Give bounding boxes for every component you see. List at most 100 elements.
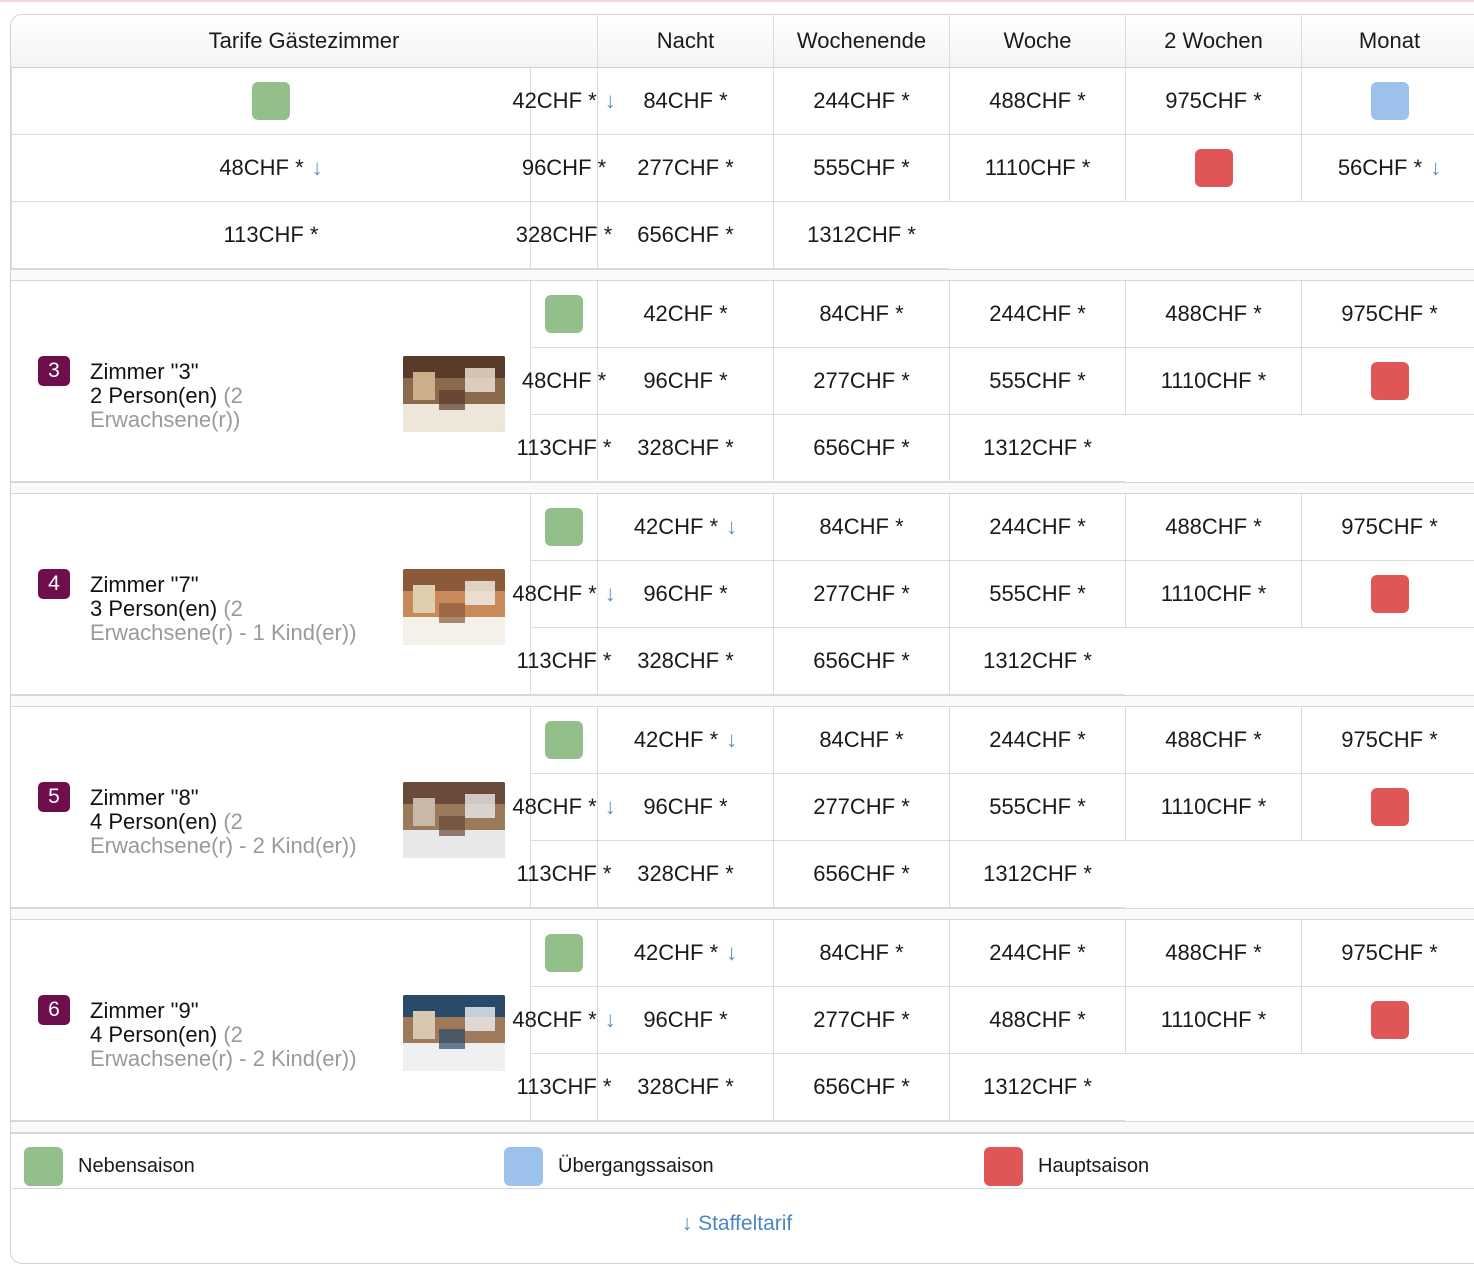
staffeltarif-arrow-icon[interactable]: ↓ [726,514,737,540]
top-accent-line [0,0,1474,2]
room-capacity: 3 Person(en) (2 [90,597,390,621]
price-cell: 1312CHF * [773,202,949,269]
price-cell: 975CHF * [1301,707,1474,774]
legend-label: Übergangssaison [558,1155,714,1177]
room-7-photo[interactable] [403,569,505,645]
price-cell: 84CHF * [597,68,773,135]
room-info-cell: 5 Zimmer "8" 4 Person(en) (2 Erwachsene(r) … [11,707,530,908]
staffeltarif-arrow-icon[interactable]: ↓ [726,940,737,966]
room-persons: 4 Person(en) [90,1022,218,1047]
price-cell: 48CHF * ↓ [11,135,530,202]
price-value: 42CHF * [633,940,719,965]
price-cell: 555CHF * [949,774,1125,841]
price-cell: 488CHF * [1125,281,1301,348]
price-value: 1110CHF * [1160,368,1267,393]
staffeltarif-arrow-icon[interactable]: ↓ [726,727,737,753]
column-header-night: Nacht [597,15,773,68]
season-swatch-red [1370,575,1409,613]
price-cell: 277CHF * [773,348,949,415]
room-detail-open: (2 [223,809,243,834]
room-capacity: 4 Person(en) (2 [90,810,390,834]
season-swatch-cell [530,281,597,348]
season-swatch-cell [1301,348,1474,415]
price-value: 1312CHF * [983,861,1092,886]
price-value: 488CHF * [1165,727,1262,752]
price-cell: 113CHF * [517,628,611,695]
legend-item-red: Hauptsaison [984,1147,1149,1186]
price-value: 1110CHF * [1160,581,1267,606]
legend-label: Hauptsaison [1038,1155,1150,1177]
room-title: Zimmer "7" [90,572,199,597]
price-cell: 96CHF * [522,135,606,202]
price-cell: 656CHF * [773,841,949,908]
price-cell: 113CHF * [517,841,611,908]
staffeltarif-arrow-icon[interactable]: ↓ [312,155,323,181]
room-guest-breakdown: Erwachsene(r) - 2 Kind(er)) [90,1046,357,1071]
price-value: 555CHF * [989,581,1086,606]
price-cell: 656CHF * [773,628,949,695]
room-number-badge: 4 [38,569,70,599]
room-description: Zimmer "8" 4 Person(en) (2 Erwachsene(r) -… [90,786,390,858]
room-capacity: 2 Person(en) (2 [90,384,390,408]
price-value: 84CHF * [819,301,904,326]
price-value: 244CHF * [989,301,1086,326]
season-swatch-cell [11,68,530,135]
price-value: 1312CHF * [807,222,916,247]
season-swatch-cell [1301,68,1474,135]
price-value: 42CHF * [633,727,719,752]
price-cell: 84CHF * [773,281,949,348]
price-cell: 277CHF * [773,987,949,1054]
price-cell: 1312CHF * [949,628,1125,695]
price-value: 42CHF * [643,301,728,326]
legend-label: Nebensaison [78,1155,195,1177]
room-info-cell: 3 Zimmer "3" 2 Person(en) (2 Erwachsene(r)) [11,281,530,482]
season-swatch-red [1370,788,1409,826]
room-guest-breakdown: Erwachsene(r)) [90,407,241,432]
price-value: 277CHF * [813,1007,910,1032]
price-cell: 42CHF * ↓ [597,707,773,774]
column-header-month: Monat [1301,15,1474,68]
room-detail-open: (2 [223,1022,243,1047]
season-swatch-green [545,508,583,546]
price-value: 488CHF * [989,1007,1086,1032]
price-value: 84CHF * [643,88,728,113]
room-3-photo[interactable] [403,356,505,432]
room-9-photo[interactable] [403,995,505,1071]
price-cell: 328CHF * [597,841,773,908]
legend-swatch-blue [504,1147,543,1186]
price-cell: 244CHF * [949,707,1125,774]
price-value: 555CHF * [813,155,910,180]
staffeltarif-arrow-icon[interactable]: ↓ [1430,155,1441,181]
price-cell: 1110CHF * [1125,987,1301,1054]
price-value: 975CHF * [1341,727,1438,752]
price-cell: 975CHF * [1301,920,1474,987]
price-cell: 48CHF * ↓ [512,561,616,628]
price-value: 975CHF * [1165,88,1262,113]
price-cell: 328CHF * [516,202,612,269]
price-cell: 1110CHF * [1125,348,1301,415]
season-legend: Nebensaison Übergangssaison Hauptsaison [11,1133,1474,1202]
price-value: 244CHF * [989,727,1086,752]
price-value: 96CHF * [643,1007,728,1032]
price-value: 656CHF * [813,1074,910,1099]
room-group-spacer [11,695,1474,707]
room-description: Zimmer "3" 2 Person(en) (2 Erwachsene(r)) [90,360,390,432]
price-value: 328CHF * [637,861,734,886]
price-cell: 42CHF * [597,281,773,348]
price-cell: 656CHF * [773,415,949,482]
season-swatch-cell [1125,135,1301,202]
price-cell: 488CHF * [1125,920,1301,987]
room-persons: 4 Person(en) [90,809,218,834]
price-value: 975CHF * [1341,940,1438,965]
room-persons: 3 Person(en) [90,596,218,621]
room-guest-breakdown: Erwachsene(r) - 1 Kind(er)) [90,620,357,645]
legend-item-green: Nebensaison [24,1147,195,1186]
column-header-two-weeks: 2 Wochen [1125,15,1301,68]
price-value: 48CHF * [521,368,607,393]
price-cell: 48CHF * [522,348,606,415]
staffeltarif-link[interactable]: ↓ Staffeltarif [0,1212,1474,1236]
price-cell: 42CHF * ↓ [597,494,773,561]
price-value: 96CHF * [643,794,728,819]
price-cell: 328CHF * [597,415,773,482]
room-8-photo[interactable] [403,782,505,858]
